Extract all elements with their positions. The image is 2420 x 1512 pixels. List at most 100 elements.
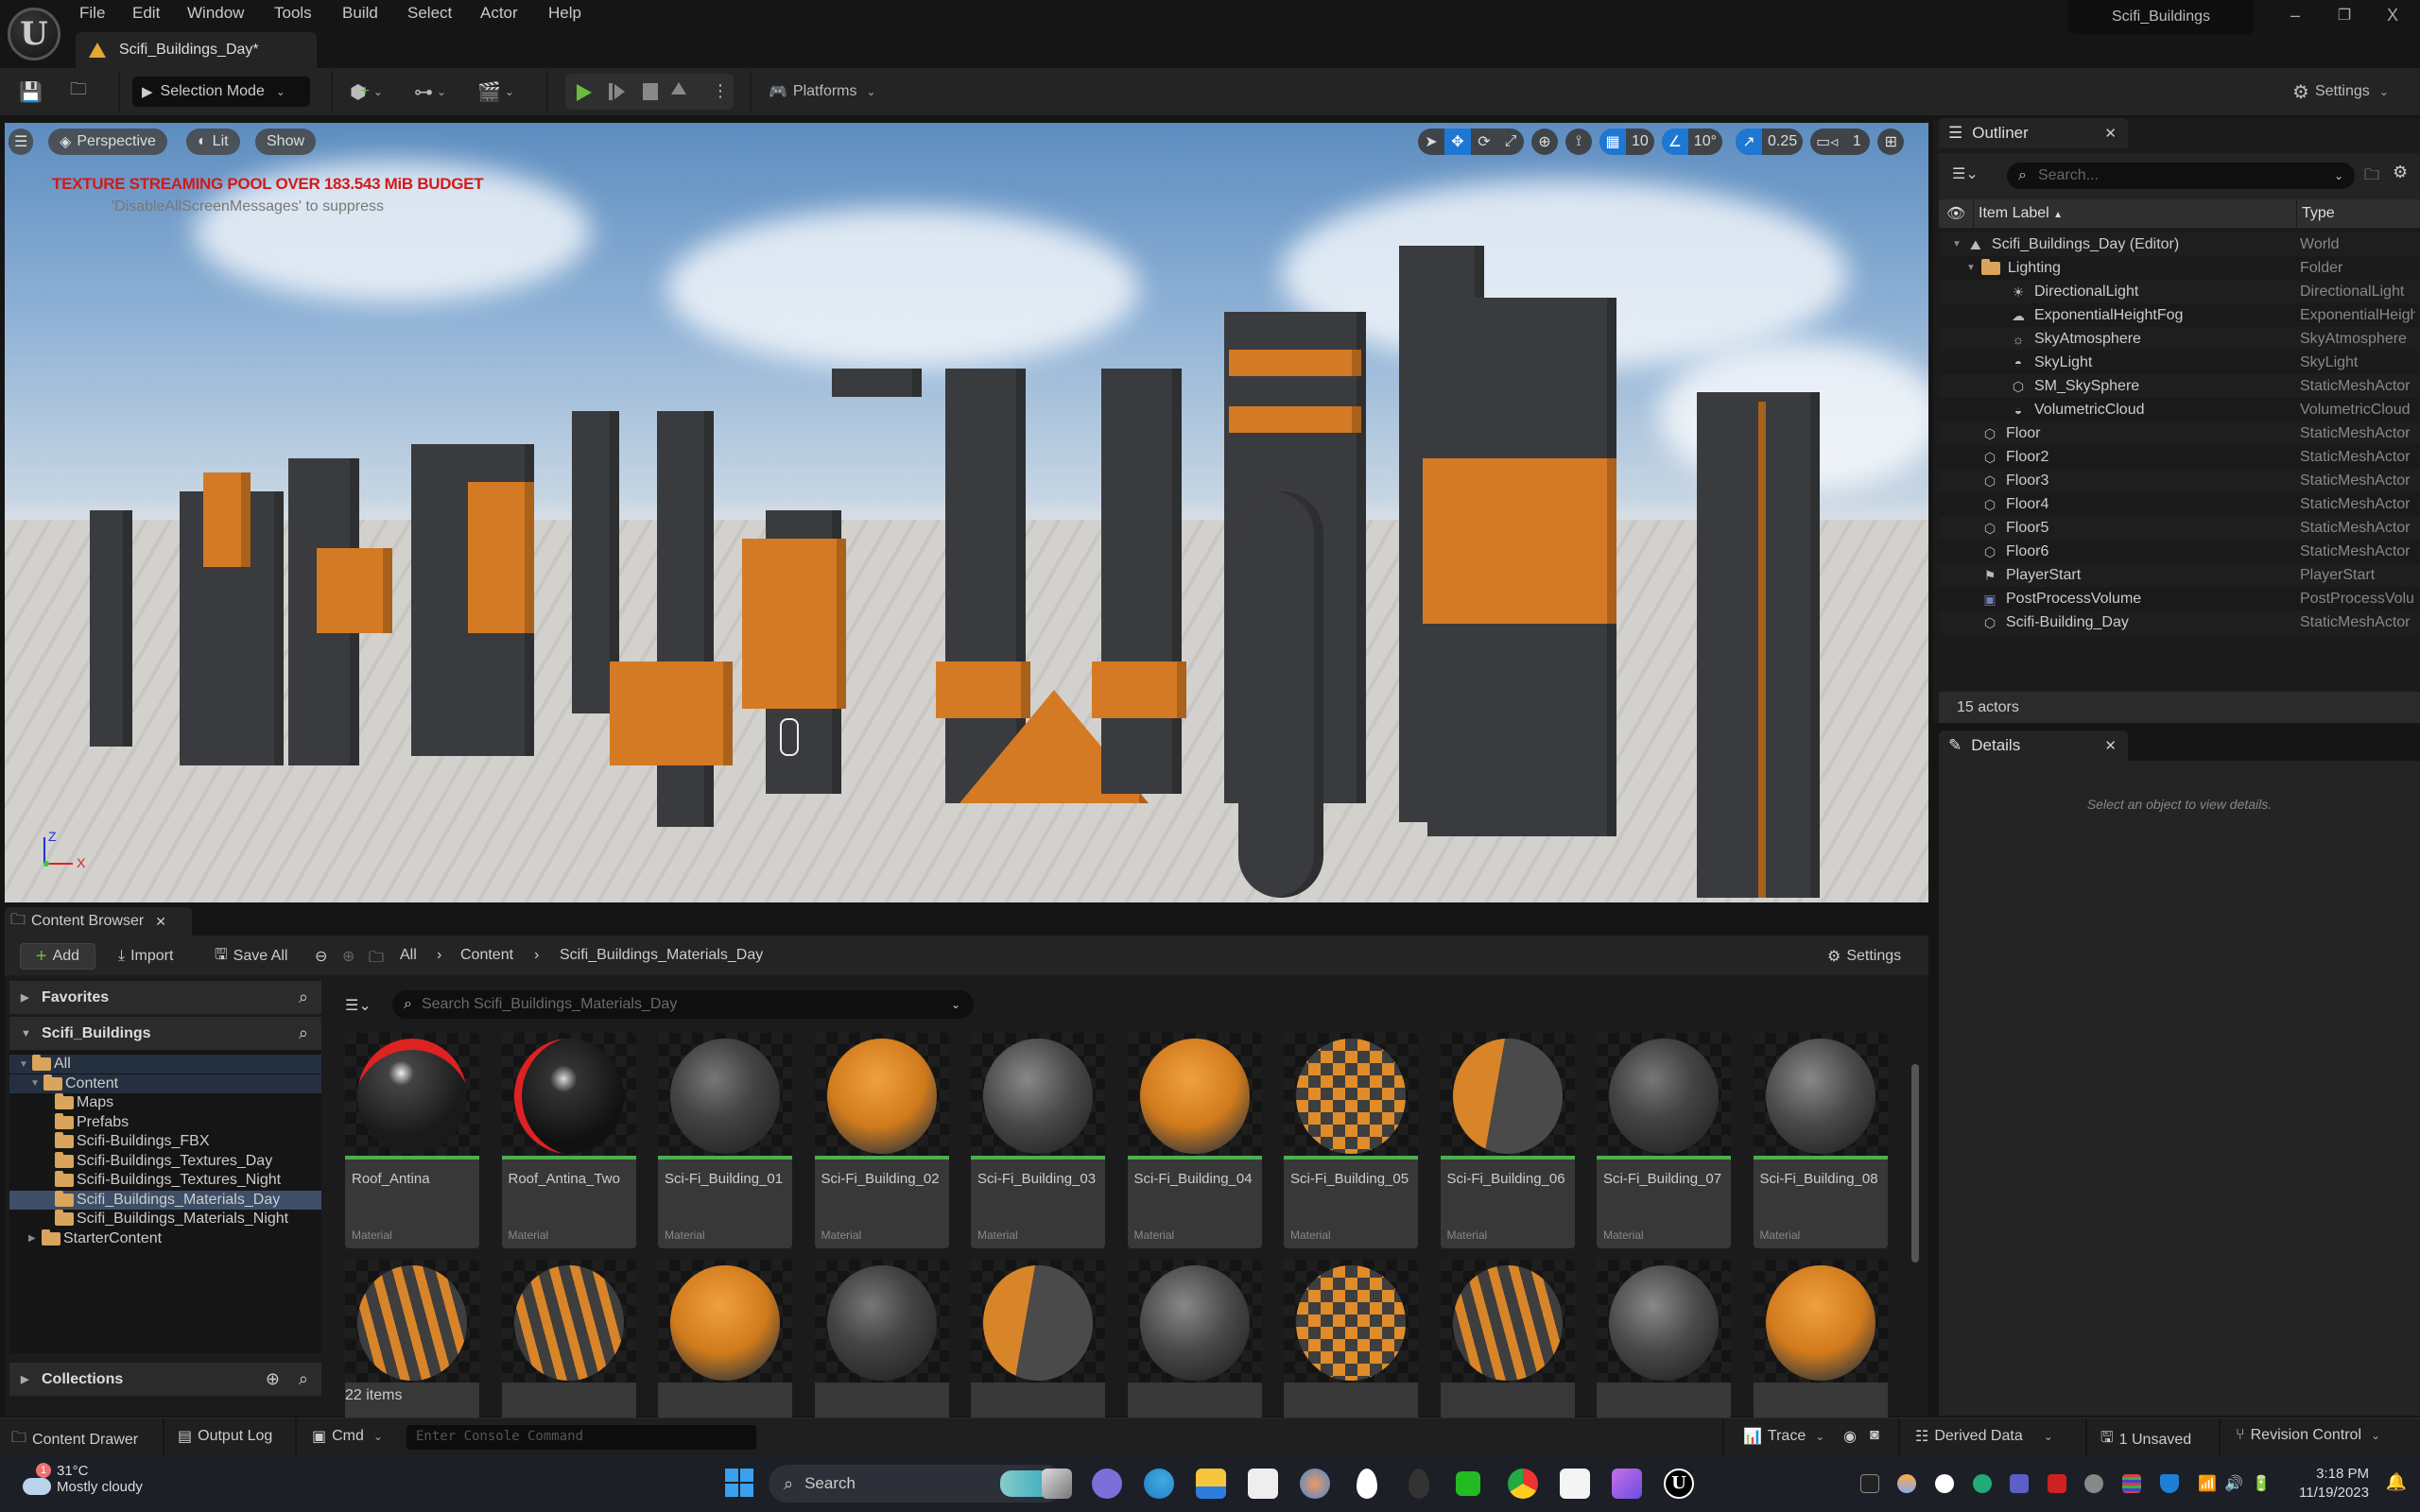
- outliner-row[interactable]: ☼ SkyAtmosphere SkyAtmosphere: [1939, 327, 2420, 351]
- derived-data-dropdown[interactable]: ☷ Derived Data ⌄: [1915, 1427, 2053, 1446]
- outliner-row[interactable]: ⬡ Floor6 StaticMeshActor: [1939, 540, 2420, 563]
- viewport-layout-button[interactable]: ⊞: [1877, 129, 1905, 155]
- cb-settings-button[interactable]: ⚙ Settings: [1827, 943, 1901, 970]
- eject-button[interactable]: [671, 82, 686, 94]
- chrome-icon[interactable]: [1508, 1469, 1538, 1499]
- import-button[interactable]: ⤓ Import: [118, 943, 173, 970]
- level-viewport[interactable]: ☰ ◈ Perspective ◐ Lit Show ➤ ✥ ⟳ ⤢ ⊕ ⟟ ▦ 10…: [5, 123, 1928, 902]
- epic-games-icon[interactable]: [1860, 1474, 1879, 1493]
- search-icon[interactable]: ⌕: [299, 988, 308, 1007]
- selection-mode-dropdown[interactable]: ▶ Selection Mode ⌄: [132, 77, 310, 107]
- level-tab[interactable]: Scifi_Buildings_Day*: [76, 32, 317, 68]
- content-browser-tab[interactable]: 🗀 Content Browser ✕: [5, 907, 192, 936]
- taskbar-search[interactable]: ⌕ Search: [769, 1465, 1064, 1503]
- favorites-section[interactable]: ▶ Favorites ⌕: [9, 981, 321, 1014]
- outliner-row[interactable]: ⬡ Floor2 StaticMeshActor: [1939, 445, 2420, 469]
- asset-tile[interactable]: Roof_Antina_Two Material: [501, 1033, 636, 1248]
- close-icon[interactable]: ✕: [2104, 737, 2117, 754]
- unsaved-button[interactable]: 🖫 1 Unsaved: [2100, 1427, 2191, 1452]
- translate-tool-icon[interactable]: ✥: [1444, 129, 1471, 155]
- unreal-logo-icon[interactable]: U: [8, 8, 60, 60]
- microsoft-store-icon[interactable]: [1248, 1469, 1278, 1499]
- outliner-row[interactable]: ⬡ Floor4 StaticMeshActor: [1939, 492, 2420, 516]
- folder-tree-item[interactable]: Prefabs: [9, 1112, 321, 1132]
- menu-window[interactable]: Window: [187, 4, 244, 23]
- folder-tree-item[interactable]: Scifi-Buildings_Textures_Night: [9, 1171, 321, 1190]
- stop-button[interactable]: [643, 83, 658, 100]
- nvidia-icon[interactable]: [1456, 1471, 1480, 1496]
- outliner-row[interactable]: ◓ SkyLight SkyLight: [1939, 351, 2420, 374]
- weather-app-icon[interactable]: [1897, 1474, 1916, 1493]
- outliner-row[interactable]: ⬡ Floor5 StaticMeshActor: [1939, 516, 2420, 540]
- scale-snap-group[interactable]: ↗ 0.25: [1736, 129, 1804, 155]
- asset-tile[interactable]: Sci-Fi_Building_08 Material: [1753, 1033, 1888, 1248]
- scale-snap-value[interactable]: 0.25: [1762, 129, 1803, 155]
- trace-snapshot-icon[interactable]: ◙: [1870, 1427, 1879, 1444]
- teams-icon[interactable]: [2010, 1474, 2029, 1493]
- outliner-row[interactable]: ▣ PostProcessVolume PostProcessVolume: [1939, 587, 2420, 610]
- outliner-row[interactable]: ☀ DirectionalLight DirectionalLight: [1939, 280, 2420, 303]
- rotate-tool-icon[interactable]: ⟳: [1471, 129, 1497, 155]
- asset-tile[interactable]: Sci-Fi_Building_04 Material: [1127, 1033, 1262, 1248]
- outliner-row[interactable]: ⬡ Floor3 StaticMeshActor: [1939, 469, 2420, 492]
- outliner-row[interactable]: ☁ ExponentialHeightFog ExponentialHeightFo…: [1939, 303, 2420, 327]
- expand-icon[interactable]: ▶: [28, 1233, 42, 1244]
- menu-file[interactable]: File: [79, 4, 105, 23]
- outliner-row[interactable]: ◒ VolumetricCloud VolumetricCloud: [1939, 398, 2420, 421]
- wifi-icon[interactable]: 📶: [2198, 1474, 2217, 1493]
- folder-tree-item[interactable]: ▼ All: [9, 1055, 321, 1074]
- outliner-row[interactable]: ⬡ SM_SkySphere StaticMeshActor: [1939, 374, 2420, 398]
- folder-tree-item[interactable]: Scifi-Buildings_Textures_Day: [9, 1151, 321, 1171]
- player-start-marker[interactable]: [780, 718, 799, 756]
- collapse-icon[interactable]: ▼: [1952, 239, 1962, 249]
- notification-bell-icon[interactable]: 🔔: [2386, 1472, 2407, 1492]
- viewport-menu-button[interactable]: ☰: [9, 129, 34, 155]
- task-view-icon[interactable]: [1042, 1469, 1072, 1499]
- outliner-row[interactable]: ▼ ⛰ Scifi_Buildings_Day (Editor) World: [1939, 232, 2420, 256]
- content-drawer-button[interactable]: 🗀 Content Drawer: [11, 1427, 138, 1452]
- cmd-dropdown[interactable]: ▣ Cmd ⌄: [312, 1427, 383, 1446]
- paint-icon[interactable]: [1300, 1469, 1330, 1499]
- asset-scrollbar[interactable]: [1911, 1064, 1919, 1263]
- asset-tile[interactable]: Sci-Fi_Building_06 Material: [1440, 1033, 1575, 1248]
- project-section[interactable]: ▼ Scifi_Buildings ⌕: [9, 1017, 321, 1050]
- system-clock[interactable]: 3:18 PM 11/19/2023: [2299, 1465, 2369, 1503]
- mcafee-icon[interactable]: [2048, 1474, 2066, 1493]
- close-icon[interactable]: ✕: [2104, 125, 2117, 142]
- menu-edit[interactable]: Edit: [132, 4, 160, 23]
- add-folder-icon[interactable]: 🗀: [2364, 164, 2379, 190]
- breadcrumb-separator[interactable]: ›: [437, 947, 441, 964]
- camera-speed-group[interactable]: ▭◃ 1: [1810, 129, 1871, 155]
- folder-tree-item[interactable]: Scifi-Buildings_FBX: [9, 1132, 321, 1151]
- filter-icon[interactable]: ☰⌄: [1952, 164, 1979, 183]
- type-column[interactable]: Type: [2302, 205, 2335, 222]
- menu-tools[interactable]: Tools: [274, 4, 312, 23]
- asset-tile[interactable]: Sci-Fi_Building_05 Material: [1284, 1033, 1418, 1248]
- asset-tile[interactable]: Roof_Antina Material: [345, 1033, 479, 1248]
- add-actor-icon[interactable]: ⬢ + ⌄: [350, 79, 383, 104]
- edge-icon[interactable]: [1144, 1469, 1174, 1499]
- clipchamp-icon[interactable]: [1612, 1469, 1642, 1499]
- collections-section[interactable]: ▶ Collections ⊕ ⌕: [9, 1363, 321, 1396]
- add-collection-icon[interactable]: ⊕: [266, 1369, 280, 1389]
- asset-tile[interactable]: Sci-Fi_Building_07 Material: [1597, 1033, 1731, 1248]
- select-tool-icon[interactable]: ➤: [1418, 129, 1444, 155]
- item-label-column[interactable]: Item Label ▲: [1979, 205, 2063, 222]
- collapse-icon[interactable]: ▼: [19, 1059, 32, 1070]
- volume-icon[interactable]: 🔊: [2224, 1474, 2243, 1493]
- folder-tree-item[interactable]: Maps: [9, 1093, 321, 1112]
- show-button[interactable]: Show: [255, 129, 317, 155]
- grid-snap-value[interactable]: 10: [1626, 129, 1654, 155]
- menu-build[interactable]: Build: [342, 4, 378, 23]
- breadcrumb-all[interactable]: All: [400, 947, 417, 964]
- collapse-icon[interactable]: ▼: [1966, 263, 1976, 273]
- asset-search-input[interactable]: ⌕ Search Scifi_Buildings_Materials_Day ⌄: [392, 990, 974, 1019]
- search-icon[interactable]: ⌕: [299, 1369, 308, 1389]
- asset-tile[interactable]: Sci-Fi_Building_01 Material: [658, 1033, 792, 1248]
- outliner-row[interactable]: ⚑ PlayerStart PlayerStart: [1939, 563, 2420, 587]
- forward-button[interactable]: ⊕: [342, 947, 354, 966]
- breadcrumb-content[interactable]: Content: [460, 947, 513, 964]
- scale-tool-icon[interactable]: ⤢: [1497, 129, 1524, 155]
- advance-frame-button[interactable]: [609, 83, 613, 100]
- camera-speed-value[interactable]: 1: [1843, 129, 1870, 155]
